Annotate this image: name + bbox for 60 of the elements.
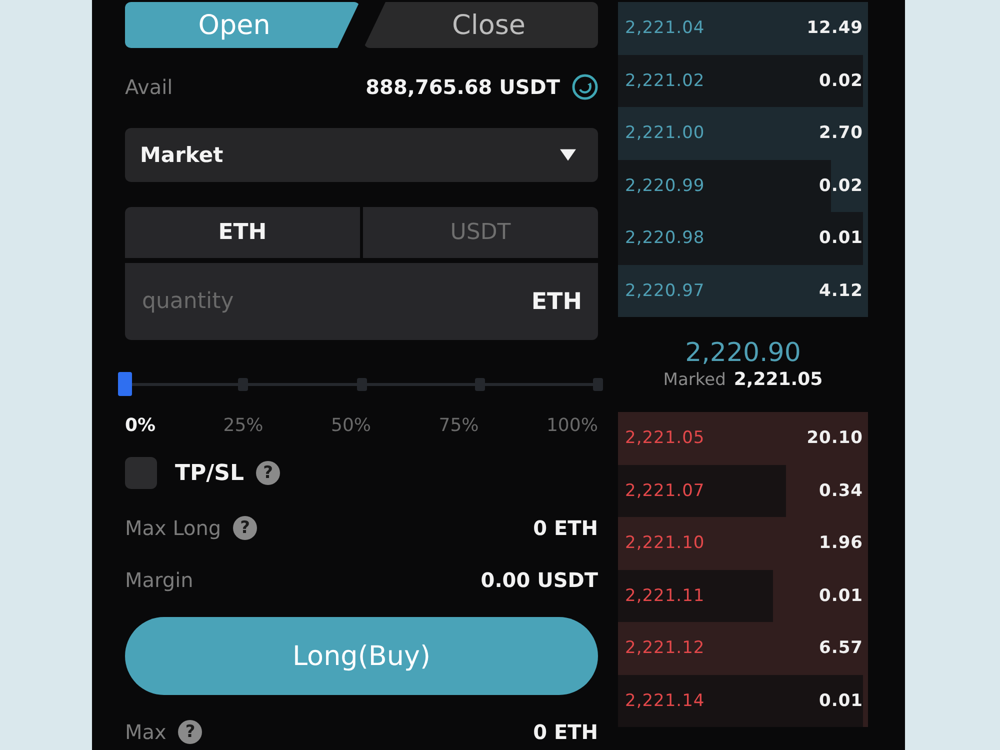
order-amount: 2.70: [819, 123, 863, 144]
order-amount: 0.01: [819, 586, 863, 606]
tpsl-label: TP/SL: [175, 460, 244, 486]
unit-label: ETH: [531, 288, 582, 314]
percent-label[interactable]: 0%: [125, 414, 156, 436]
order-price[interactable]: 2,221.11: [625, 586, 705, 606]
order-amount: 0.02: [819, 70, 863, 91]
percent-label[interactable]: 75%: [438, 414, 479, 436]
mode-tab[interactable]: Open: [125, 2, 360, 48]
info-label: Max Long: [125, 516, 222, 540]
last-price: 2,220.90: [685, 338, 801, 368]
avail-label: Avail: [125, 75, 173, 99]
percent-label[interactable]: 25%: [223, 414, 264, 436]
slider-step-icon: [593, 378, 603, 391]
tpsl-checkbox[interactable]: [125, 457, 157, 489]
info-value: 0.00 USDT: [480, 568, 598, 592]
refresh-icon[interactable]: [572, 74, 598, 100]
order-price[interactable]: 2,221.14: [625, 690, 705, 711]
slider-step-icon: [356, 378, 366, 391]
avail-value: 888,765.68 USDT: [366, 75, 560, 99]
order-price[interactable]: 2,221.12: [625, 638, 705, 658]
order-price[interactable]: 2,221.10: [625, 533, 705, 554]
order-amount: 0.02: [819, 176, 863, 196]
caret-down-icon: [560, 149, 576, 161]
order-type-dropdown[interactable]: Market: [125, 128, 598, 182]
percent-slider-track[interactable]: [118, 372, 605, 396]
max-label: Max: [125, 720, 166, 744]
order-price[interactable]: 2,221.04: [625, 18, 705, 38]
order-amount: 6.57: [819, 638, 863, 658]
mark-price-label: Marked: [663, 370, 726, 390]
help-icon[interactable]: ?: [233, 516, 258, 540]
info-label: Margin: [125, 568, 194, 592]
slider-step-icon: [474, 378, 485, 391]
unit-toggle-option[interactable]: USDT: [363, 207, 598, 258]
order-price[interactable]: 2,220.98: [625, 228, 705, 248]
order-amount: 1.96: [819, 533, 863, 554]
mark-price: 2,221.05: [734, 369, 823, 390]
order-price[interactable]: 2,220.99: [625, 176, 705, 196]
percent-label[interactable]: 50%: [331, 414, 372, 436]
order-price[interactable]: 2,221.07: [625, 480, 705, 501]
order-price[interactable]: 2,221.00: [625, 123, 705, 144]
long-buy-button[interactable]: Long(Buy): [125, 617, 598, 695]
slider-thumb[interactable]: [118, 372, 132, 396]
order-amount: 0.34: [819, 480, 863, 501]
order-price[interactable]: 2,221.02: [625, 70, 705, 91]
percent-label[interactable]: 100%: [546, 414, 598, 436]
order-price[interactable]: 2,221.05: [625, 428, 705, 448]
help-icon[interactable]: ?: [256, 461, 280, 485]
order-amount: 0.01: [819, 228, 863, 248]
max-value: 0 ETH: [533, 720, 598, 744]
order-price[interactable]: 2,220.97: [625, 280, 705, 301]
order-amount: 0.01: [819, 690, 863, 711]
order-amount: 20.10: [806, 428, 863, 448]
order-amount: 12.49: [806, 18, 863, 38]
mode-tab[interactable]: Close: [364, 2, 598, 48]
order-amount: 4.12: [819, 280, 863, 301]
help-icon[interactable]: ?: [178, 720, 202, 744]
slider-step-icon: [238, 378, 248, 391]
unit-toggle-option[interactable]: ETH: [125, 207, 360, 258]
info-value: 0 ETH: [533, 516, 598, 540]
